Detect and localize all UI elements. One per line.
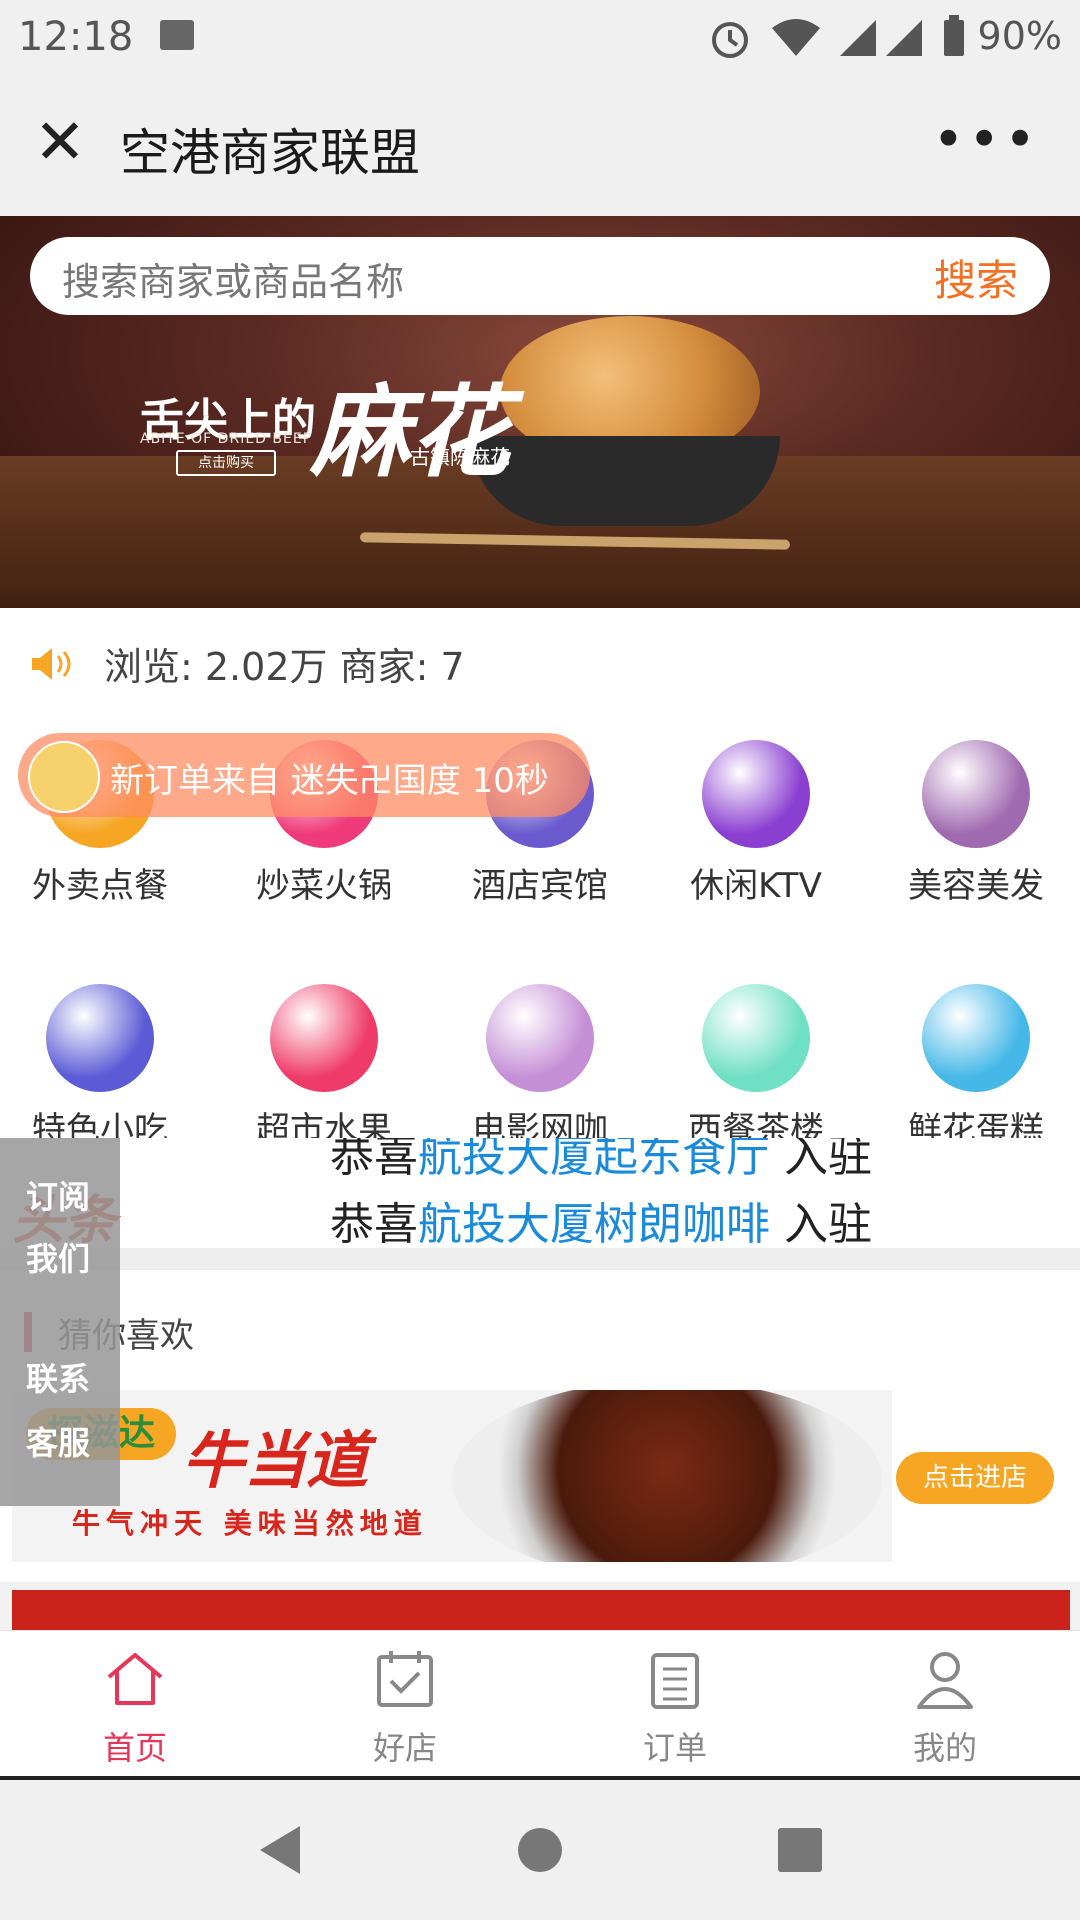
title-bar: ✕ 空港商家联盟 ••• bbox=[0, 78, 1080, 216]
more-icon[interactable]: ••• bbox=[932, 108, 1040, 171]
side-float-panel[interactable]: 订阅 我们 联系 客服 bbox=[0, 1138, 120, 1506]
category-label: 外卖点餐 bbox=[32, 866, 168, 906]
system-nav-bar bbox=[0, 1780, 1080, 1920]
contact-label[interactable]: 联系 bbox=[26, 1354, 90, 1400]
beauty-icon bbox=[922, 740, 1030, 848]
news-prefix: 恭喜 bbox=[330, 1199, 418, 1248]
image-icon bbox=[160, 20, 194, 50]
guess-section-header: 猜你喜欢 bbox=[0, 1270, 1080, 1390]
stats-text: 浏览: 2.02万 商家: 7 bbox=[104, 645, 465, 689]
search-input[interactable]: 搜索商家或商品名称 bbox=[62, 251, 404, 306]
next-shop-banner[interactable] bbox=[12, 1590, 1070, 1630]
nav-label: 首页 bbox=[102, 1729, 167, 1767]
category-label: 酒店宾馆 bbox=[472, 866, 608, 906]
news-item[interactable]: 恭喜航投大厦树朗咖啡 入驻 bbox=[330, 1188, 872, 1248]
clipboard-icon bbox=[651, 1653, 699, 1709]
pizza-icon bbox=[46, 984, 154, 1092]
film-reel-icon bbox=[486, 984, 594, 1092]
battery-percent: 90% bbox=[977, 14, 1062, 58]
subscribe-label[interactable]: 订阅 bbox=[26, 1172, 90, 1218]
speaker-icon bbox=[32, 648, 71, 680]
microphone-icon bbox=[702, 740, 810, 848]
order-toast: 新订单来自 迷失卍国度 10秒 bbox=[18, 733, 590, 817]
signal-icon bbox=[886, 20, 922, 56]
nav-profile[interactable]: 我的 bbox=[810, 1631, 1080, 1779]
news-prefix: 恭喜 bbox=[330, 1138, 418, 1182]
enter-shop-button[interactable]: 点击进店 bbox=[896, 1452, 1054, 1504]
recents-icon[interactable] bbox=[720, 1780, 880, 1920]
nav-label: 好店 bbox=[372, 1729, 437, 1767]
close-icon[interactable]: ✕ bbox=[30, 111, 90, 173]
toast-text: 新订单来自 迷失卍国度 10秒 bbox=[110, 761, 549, 801]
cat-avatar-icon bbox=[28, 741, 100, 813]
bottom-nav: 首页 好店 订单 我的 bbox=[0, 1630, 1080, 1779]
signal-icon bbox=[840, 20, 876, 56]
shop-slogan: 牛气冲天 美味当然地道 bbox=[72, 1507, 428, 1540]
news-item[interactable]: 恭喜航投大厦起东食厅 入驻 bbox=[330, 1138, 872, 1184]
user-icon bbox=[917, 1652, 973, 1709]
news-link[interactable]: 航投大厦树朗咖啡 bbox=[418, 1199, 770, 1248]
wifi-icon bbox=[772, 19, 820, 56]
nav-label: 订单 bbox=[642, 1729, 707, 1767]
nav-home[interactable]: 首页 bbox=[0, 1631, 270, 1779]
news-link[interactable]: 航投大厦起东食厅 bbox=[418, 1138, 770, 1182]
status-bar: 12:18 90% bbox=[0, 0, 1080, 78]
pineapple-icon bbox=[270, 984, 378, 1092]
alarm-icon bbox=[712, 22, 748, 58]
banner-subtitle-cn: 古镇陈麻花 bbox=[410, 445, 510, 469]
page-title: 空港商家联盟 bbox=[120, 124, 420, 182]
battery-icon bbox=[944, 15, 964, 56]
subscribe-label-2[interactable]: 我们 bbox=[26, 1234, 90, 1280]
contact-label-2[interactable]: 客服 bbox=[26, 1418, 90, 1464]
banner-subtitle-en: ABITE OF DRIED BEEF bbox=[140, 431, 312, 447]
category-label: 休闲KTV bbox=[690, 866, 822, 906]
coffee-cup-icon bbox=[702, 984, 810, 1092]
banner-cta[interactable]: 点击购买 bbox=[176, 450, 276, 476]
dish-image bbox=[452, 1390, 882, 1562]
shop-banner-image: 探滋达 牛当道 牛气冲天 美味当然地道 bbox=[12, 1390, 892, 1562]
shop-brand: 牛当道 bbox=[182, 1424, 369, 1497]
status-time: 12:18 bbox=[18, 14, 134, 60]
news-suffix: 入驻 bbox=[784, 1138, 872, 1182]
back-icon[interactable] bbox=[200, 1780, 360, 1920]
home-circle-icon[interactable] bbox=[460, 1780, 620, 1920]
category-label: 美容美发 bbox=[908, 866, 1044, 906]
banner-bowl-image bbox=[470, 436, 780, 526]
home-icon bbox=[107, 1653, 163, 1705]
nav-shops[interactable]: 好店 bbox=[270, 1631, 540, 1779]
cake-icon bbox=[922, 984, 1030, 1092]
banner-headline-big: 麻花 bbox=[310, 373, 510, 491]
nav-orders[interactable]: 订单 bbox=[540, 1631, 810, 1779]
nav-label: 我的 bbox=[912, 1729, 977, 1767]
search-button[interactable]: 搜索 bbox=[934, 247, 1018, 308]
news-suffix: 入驻 bbox=[784, 1199, 872, 1248]
calendar-check-icon bbox=[377, 1651, 433, 1707]
category-label: 炒菜火锅 bbox=[256, 866, 392, 906]
news-ticker[interactable]: 头条 恭喜航投大厦起东食厅 入驻 恭喜航投大厦树朗咖啡 入驻 bbox=[0, 1138, 1080, 1248]
shop-card[interactable]: 探滋达 牛当道 牛气冲天 美味当然地道 点击进店 bbox=[0, 1390, 1080, 1582]
stats-row: 浏览: 2.02万 商家: 7 bbox=[0, 608, 1080, 708]
section-divider bbox=[0, 1248, 1080, 1270]
search-bar: 搜索商家或商品名称 搜索 bbox=[30, 237, 1050, 315]
